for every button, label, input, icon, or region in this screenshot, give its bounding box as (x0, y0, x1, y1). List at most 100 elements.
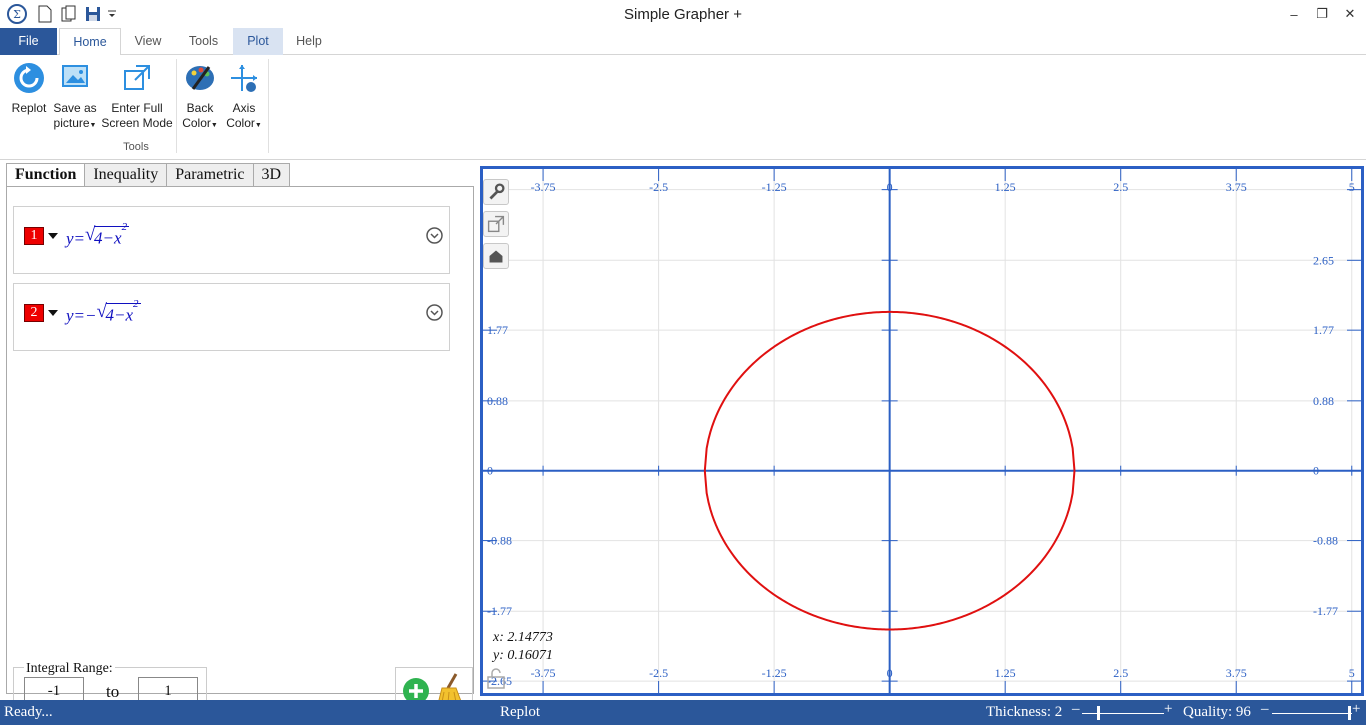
function-radicand: 4−x (105, 306, 134, 325)
quality-slider-track[interactable] (1272, 713, 1352, 714)
tab-inequality[interactable]: Inequality (84, 163, 168, 186)
y-tick-label-right: -0.88 (1313, 534, 1338, 548)
expand-chevron-icon[interactable] (426, 304, 443, 321)
y-tick-label-left: -1.77 (487, 604, 512, 618)
function-expression[interactable]: y= − √ 4−x2 (66, 296, 141, 326)
integral-to-label: to (106, 682, 120, 701)
sqrt-symbol: √ 4−x2 (96, 298, 141, 325)
x-tick-label-top: -3.75 (531, 180, 556, 194)
back-color-label-1: Back (186, 101, 214, 115)
y-tick-label-right: 2.65 (1313, 253, 1334, 267)
y-tick-label-right: 1.77 (1313, 323, 1334, 337)
enter-full-screen-button[interactable]: Enter Full Screen Mode (100, 61, 174, 131)
function-lhs: y= (66, 229, 86, 248)
y-tick-label-left: 0 (487, 464, 493, 478)
thickness-label: Thickness: 2 (986, 704, 1063, 720)
x-tick-label-top: -2.5 (649, 180, 668, 194)
wrench-icon[interactable] (483, 179, 509, 205)
dropdown-arrow-icon: ▼ (210, 122, 218, 129)
group-separator (268, 59, 269, 153)
x-tick-label-bottom: -2.5 (649, 666, 668, 680)
graph-canvas[interactable]: -3.75 -3.75 -2.5 -2.5 -1.25 -1.25 0 0 1.25 1.25 2.… (480, 166, 1364, 696)
integral-range-label: Integral Range: (24, 661, 115, 677)
quality-slider-thumb[interactable] (1347, 706, 1351, 720)
tab-home[interactable]: Home (59, 28, 121, 56)
x-tick-label-bottom: -1.25 (762, 666, 787, 680)
lock-icon[interactable] (483, 665, 509, 691)
function-number-badge[interactable]: 2 (24, 304, 44, 322)
y-tick-label-right: 0 (1313, 464, 1319, 478)
x-tick-label-bottom: -3.75 (531, 666, 556, 680)
quality-decrease-button[interactable]: – (1261, 701, 1269, 718)
fullscreen-icon (124, 65, 150, 90)
thickness-decrease-button[interactable]: – (1072, 701, 1080, 718)
close-button[interactable]: ✕ (1336, 2, 1364, 26)
back-color-label-2: Color (182, 116, 211, 130)
popout-icon[interactable] (483, 211, 509, 237)
minimize-button[interactable]: – (1280, 2, 1308, 26)
function-dropdown-icon[interactable] (48, 233, 58, 239)
x-tick-label-top: 1.25 (995, 180, 1016, 194)
function-dropdown-icon[interactable] (48, 310, 58, 316)
tab-file[interactable]: File (0, 28, 57, 55)
function-expression[interactable]: y= √ 4−x2 (66, 219, 130, 249)
tab-function[interactable]: Function (6, 163, 86, 187)
picture-icon (62, 65, 88, 87)
y-tick-label-left: 0.88 (487, 394, 508, 408)
tab-plot[interactable]: Plot (233, 28, 283, 55)
cursor-y: y: 0.16071 (493, 648, 553, 663)
status-text: Ready... (4, 704, 53, 720)
function-radicand: 4−x (94, 229, 122, 248)
thickness-slider-track[interactable] (1082, 713, 1164, 714)
x-tick-label-bottom: 5 (1349, 666, 1355, 680)
quality-increase-button[interactable]: + (1352, 701, 1360, 718)
x-tick-label-top: 2.5 (1113, 180, 1128, 194)
ribbon-home-panel: Replot Save as picture▼ Enter Full Scree… (0, 55, 1366, 160)
y-tick-label-right: -1.77 (1313, 604, 1338, 618)
plot-svg[interactable]: -3.75 -3.75 -2.5 -2.5 -1.25 -1.25 0 0 1.25 1.25 2.… (483, 169, 1361, 693)
x-tick-label-bottom: 1.25 (995, 666, 1016, 680)
x-tick-label-top: -1.25 (762, 180, 787, 194)
save-as-picture-label-1: Save as (53, 101, 97, 115)
fullscreen-label-1: Enter Full (111, 101, 163, 115)
y-tick-label-left: 1.77 (487, 323, 508, 337)
fullscreen-label-2: Screen Mode (101, 116, 173, 130)
function-row-1[interactable]: 1 y= √ 4−x2 (13, 206, 450, 274)
palette-icon (186, 66, 214, 90)
x-tick-label-top: 0 (887, 180, 893, 194)
function-row-2[interactable]: 2 y= − √ 4−x2 (13, 283, 450, 351)
status-action: Replot (500, 704, 540, 720)
status-bar: Ready... Replot Thickness: 2 – + Quality… (0, 700, 1366, 725)
function-type-tabs: Function Inequality Parametric 3D (6, 163, 291, 187)
axis-icon (231, 65, 257, 92)
tab-parametric[interactable]: Parametric (166, 163, 254, 186)
save-as-picture-button[interactable]: Save as picture▼ (50, 61, 100, 133)
home-icon[interactable] (483, 243, 509, 269)
sqrt-symbol: √ 4−x2 (85, 221, 130, 248)
thickness-slider-thumb[interactable] (1097, 706, 1101, 720)
thickness-increase-button[interactable]: + (1164, 701, 1172, 718)
replot-button[interactable]: Replot (8, 61, 50, 116)
group-separator (176, 59, 177, 153)
function-lhs: y= (66, 306, 86, 325)
function-number-badge[interactable]: 1 (24, 227, 44, 245)
x-tick-label-bottom: 2.5 (1113, 666, 1128, 680)
back-color-button[interactable]: Back Color▼ (178, 61, 222, 133)
axis-color-button[interactable]: Axis Color▼ (222, 61, 266, 133)
dropdown-arrow-icon: ▼ (89, 122, 97, 129)
restore-button[interactable]: ❐ (1308, 2, 1336, 26)
replot-icon (14, 63, 44, 93)
tab-view[interactable]: View (124, 28, 172, 55)
x-tick-label-top: 3.75 (1226, 180, 1247, 194)
tab-tools[interactable]: Tools (176, 28, 231, 55)
dropdown-arrow-icon: ▼ (254, 122, 262, 129)
expand-chevron-icon[interactable] (426, 227, 443, 244)
tab-3d[interactable]: 3D (252, 163, 291, 186)
tools-group-label: Tools (123, 141, 149, 153)
y-tick-label-right: 0.88 (1313, 394, 1334, 408)
save-as-picture-label-2: picture (53, 116, 90, 130)
function-panel: Function Inequality Parametric 3D 1 y= √ 4… (2, 162, 476, 713)
cursor-x: x: 2.14773 (493, 630, 553, 645)
function-list: 1 y= √ 4−x2 2 y= − √ 4−x2 Integral Range: -1 … (6, 186, 474, 713)
tab-help[interactable]: Help (286, 28, 332, 55)
